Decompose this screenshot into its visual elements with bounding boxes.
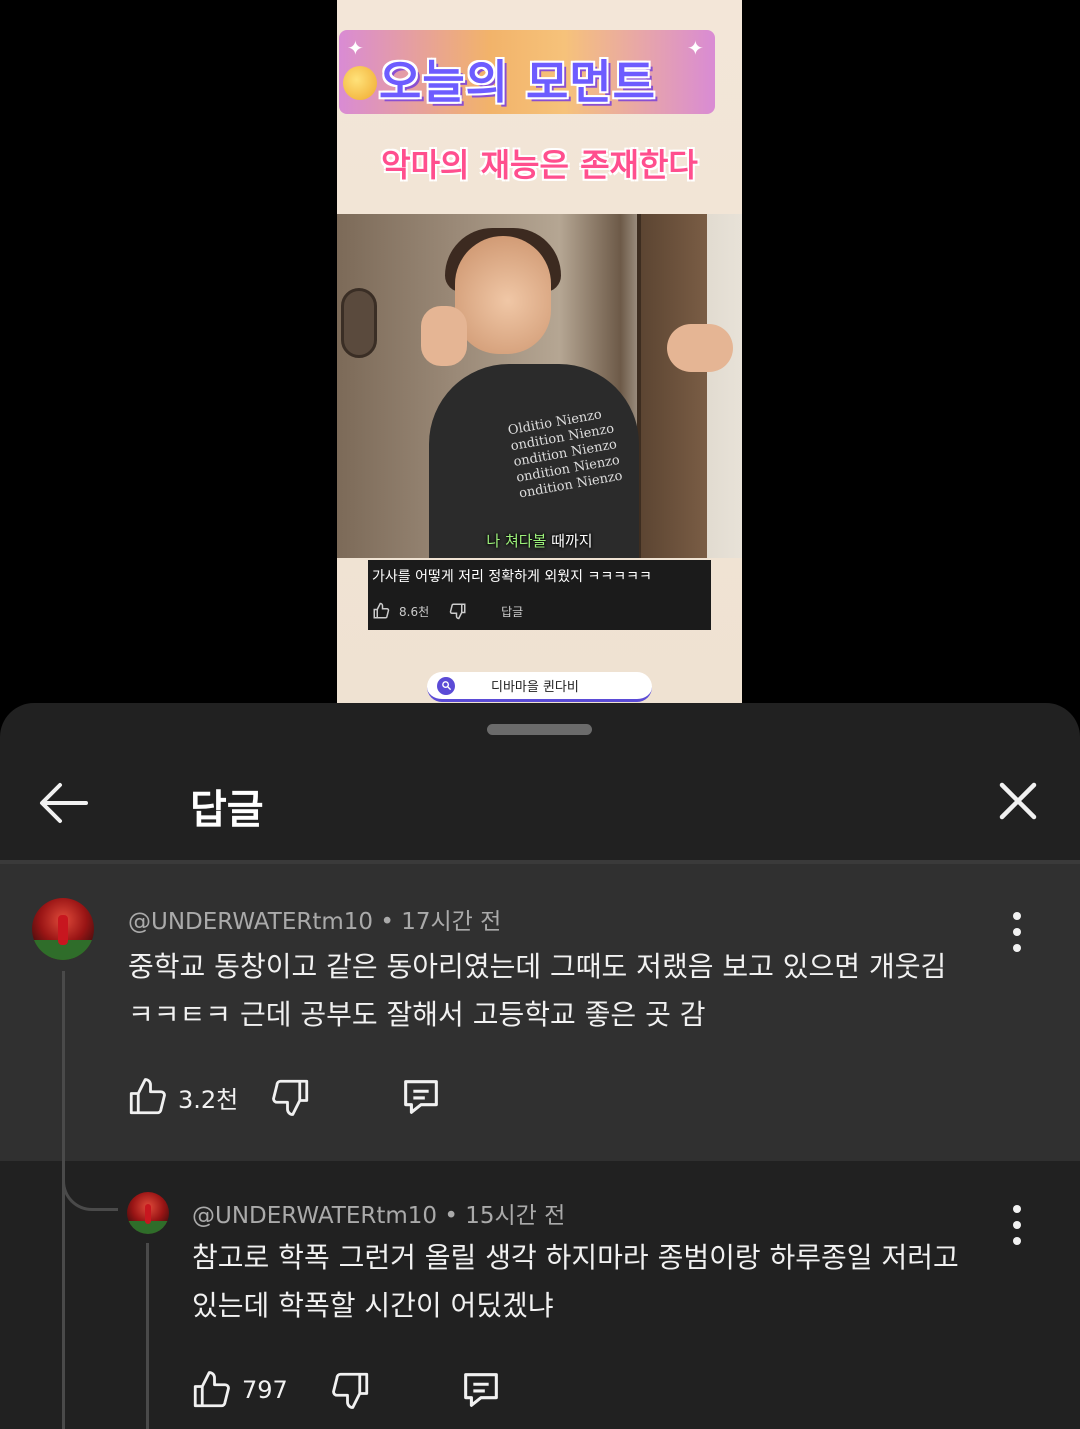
reply-text: 참고로 학폭 그런거 올릴 생각 하지마라 종범이랑 하루종일 저러고 있는데 …: [192, 1234, 959, 1330]
video-banner: ✦ ✦ 오늘의 모먼트: [339, 30, 715, 114]
search-icon: [437, 676, 455, 695]
comment-time: 17시간 전: [401, 909, 502, 935]
more-options-button[interactable]: [1002, 1205, 1032, 1245]
like-count: 797: [242, 1376, 288, 1404]
comment-icon: [404, 1080, 439, 1114]
more-options-button[interactable]: [1002, 912, 1032, 952]
sheet-title: 답글: [190, 787, 264, 833]
door: [637, 214, 707, 558]
more-vertical-icon: [1013, 912, 1021, 920]
thumbs-up-icon: [373, 602, 390, 619]
overlay-comment-text: 가사를 어떻게 저리 정확하게 외웠지 ㅋㅋㅋㅋㅋ: [372, 569, 652, 585]
search-pill-text: 디바마을 퀸다비: [491, 680, 579, 695]
video-caption: 나 쳐다볼 때까지: [337, 530, 742, 551]
reply-actions: 797: [188, 1367, 504, 1413]
thumbs-up-icon: [129, 1078, 166, 1115]
video-scene: Olditio Nienzo ondition Nienzo ondition …: [337, 214, 742, 558]
caption-rest: 때까지: [546, 532, 593, 550]
person-hand-right: [667, 324, 733, 372]
like-button[interactable]: [124, 1074, 170, 1120]
wall-ornament: [341, 288, 377, 358]
overlay-like-count: 8.6천: [399, 604, 430, 619]
meta-separator: •: [437, 1203, 466, 1229]
reply-button[interactable]: [398, 1074, 444, 1120]
person-face: [455, 236, 551, 354]
overlay-comment-card: 가사를 어떻게 저리 정확하게 외웠지 ㅋㅋㅋㅋㅋ 8.6천 답글: [368, 560, 711, 630]
thumbs-down-icon: [449, 603, 466, 620]
video-frame[interactable]: ✦ ✦ 오늘의 모먼트 악마의 재능은 존재한다 Olditio Nienzo …: [337, 0, 742, 703]
meta-separator: •: [373, 909, 402, 935]
video-player[interactable]: ✦ ✦ 오늘의 모먼트 악마의 재능은 존재한다 Olditio Nienzo …: [0, 0, 1080, 703]
reply-meta: @UNDERWATERtm10 • 15시간 전: [192, 1196, 565, 1230]
reply-author[interactable]: @UNDERWATERtm10: [192, 1203, 437, 1229]
drag-handle[interactable]: [487, 724, 592, 735]
comment-text: 중학교 동창이고 같은 동아리였는데 그때도 저랬음 보고 있으면 개웃김 ㅋㅋ…: [128, 943, 946, 1039]
thread-line: [62, 1211, 65, 1429]
more-vertical-icon: [1013, 1205, 1021, 1213]
dislike-button[interactable]: [328, 1367, 374, 1413]
replies-sheet: 답글 @UNDERWATERtm10 • 17시간 전 중학교 동창이고 같은 …: [0, 703, 1080, 1429]
close-icon: [999, 782, 1037, 820]
overlay-reply-label: 답글: [501, 604, 524, 619]
caption-highlight: 나 쳐다볼: [486, 532, 547, 550]
comment-text-line: ㅋㅋㅌㅋ 근데 공부도 잘해서 고등학교 좋은 곳 감: [128, 998, 706, 1031]
sheet-header: 답글: [0, 743, 1080, 861]
sparkle-icon: ✦: [687, 36, 704, 60]
person-hand-left: [421, 306, 467, 366]
comment-text-line: 중학교 동창이고 같은 동아리였는데 그때도 저랬음 보고 있으면 개웃김: [128, 950, 947, 983]
video-headline: 악마의 재능은 존재한다: [381, 146, 698, 184]
reply-text-line: 참고로 학폭 그런거 올릴 생각 하지마라 종범이랑 하루종일 저러고: [192, 1241, 959, 1274]
comment-author[interactable]: @UNDERWATERtm10: [128, 909, 373, 935]
reply-time: 15시간 전: [465, 1203, 566, 1229]
arrow-left-icon: [40, 783, 88, 823]
avatar[interactable]: [32, 898, 94, 960]
thread-connector: [62, 1161, 118, 1211]
like-count: 3.2천: [178, 1085, 239, 1114]
parent-comment: @UNDERWATERtm10 • 17시간 전 중학교 동창이고 같은 동아리…: [0, 864, 1080, 1161]
search-pill[interactable]: 디바마을 퀸다비: [427, 672, 652, 702]
reply-text-line: 있는데 학폭할 시간이 어딨겠냐: [192, 1289, 554, 1322]
sparkle-icon: ✦: [347, 36, 364, 60]
comment-meta: @UNDERWATERtm10 • 17시간 전: [128, 902, 501, 936]
close-button[interactable]: [990, 773, 1046, 829]
avatar[interactable]: [127, 1192, 169, 1234]
thread-line: [146, 1243, 149, 1429]
thumbs-down-icon: [331, 1372, 368, 1409]
thumbs-down-icon: [272, 1079, 309, 1116]
banner-title: 오늘의 모먼트: [379, 55, 656, 109]
like-button[interactable]: [188, 1367, 234, 1413]
overlay-comment-actions: 8.6천 답글: [372, 602, 523, 620]
comment-icon: [463, 1373, 498, 1407]
thumbs-up-icon: [193, 1371, 230, 1408]
reply-button[interactable]: [458, 1367, 504, 1413]
back-button[interactable]: [34, 775, 94, 831]
smile-sticker-icon: [343, 66, 377, 100]
comment-actions: 3.2천: [124, 1074, 444, 1120]
dislike-button[interactable]: [268, 1074, 314, 1120]
